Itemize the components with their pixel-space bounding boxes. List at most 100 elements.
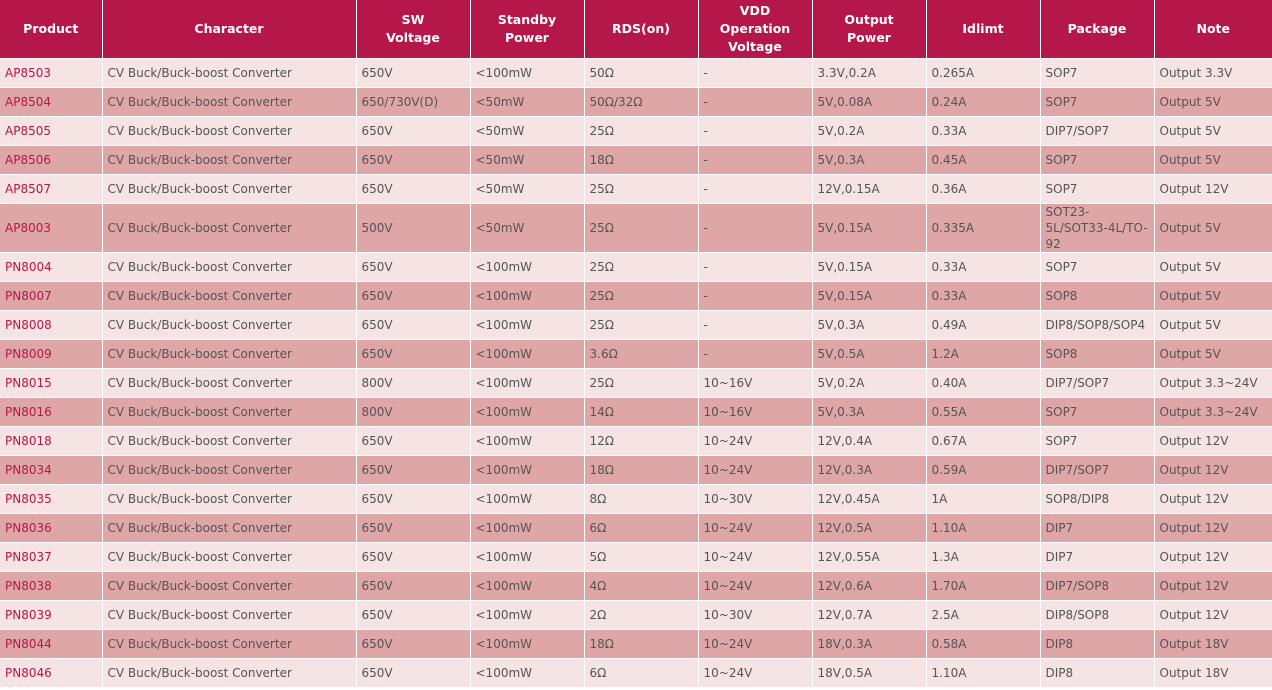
idlimt-cell: 0.24A [926, 86, 1041, 116]
output-power-cell: 5V,0.15A [812, 280, 927, 310]
product-link[interactable]: AP8507 [5, 182, 51, 196]
note-cell: Output 12V [1154, 483, 1272, 513]
note-cell: Output 5V [1154, 86, 1272, 116]
table-row: PN8044 CV Buck/Buck-boost Converter 650V <1… [0, 628, 1272, 658]
product-cell[interactable]: PN8037 [0, 541, 103, 571]
product-cell[interactable]: PN8039 [0, 599, 103, 629]
rds-on-cell: 4Ω [584, 570, 699, 600]
product-link[interactable]: PN8034 [5, 463, 52, 477]
table-row: PN8034 CV Buck/Buck-boost Converter 650V <1… [0, 454, 1272, 484]
rds-on-cell: 6Ω [584, 657, 699, 687]
output-power-cell: 12V,0.6A [812, 570, 927, 600]
header-idlimt: Idlimt [926, 0, 1041, 58]
product-link[interactable]: AP8505 [5, 124, 51, 138]
package-cell: DIP7 [1040, 541, 1155, 571]
character-cell: CV Buck/Buck-boost Converter [102, 570, 357, 600]
product-cell[interactable]: PN8046 [0, 657, 103, 687]
character-cell: CV Buck/Buck-boost Converter [102, 483, 357, 513]
character-cell: CV Buck/Buck-boost Converter [102, 396, 357, 426]
note-cell: Output 5V [1154, 202, 1272, 252]
standby-power-cell: <100mW [470, 570, 585, 600]
idlimt-cell: 1A [926, 483, 1041, 513]
product-cell[interactable]: PN8034 [0, 454, 103, 484]
idlimt-cell: 0.58A [926, 628, 1041, 658]
idlimt-cell: 0.33A [926, 251, 1041, 281]
package-cell: SOP7 [1040, 425, 1155, 455]
sw-voltage-cell: 650V [356, 144, 471, 174]
product-cell[interactable]: AP8503 [0, 57, 103, 87]
product-link[interactable]: AP8504 [5, 95, 51, 109]
product-link[interactable]: AP8506 [5, 153, 51, 167]
header-character: Character [102, 0, 357, 58]
product-cell[interactable]: PN8008 [0, 309, 103, 339]
sw-voltage-cell: 650V [356, 251, 471, 281]
rds-on-cell: 18Ω [584, 144, 699, 174]
package-cell: DIP7/SOP7 [1040, 115, 1155, 145]
sw-voltage-cell: 650V [356, 657, 471, 687]
output-power-cell: 12V,0.3A [812, 454, 927, 484]
product-cell[interactable]: AP8504 [0, 86, 103, 116]
sw-voltage-cell: 650V [356, 338, 471, 368]
product-link[interactable]: PN8044 [5, 637, 52, 651]
product-cell[interactable]: PN8036 [0, 512, 103, 542]
product-link[interactable]: PN8035 [5, 492, 52, 506]
product-cell[interactable]: PN8035 [0, 483, 103, 513]
product-cell[interactable]: PN8015 [0, 367, 103, 397]
product-link[interactable]: PN8036 [5, 521, 52, 535]
note-cell: Output 5V [1154, 309, 1272, 339]
product-link[interactable]: PN8039 [5, 608, 52, 622]
table-row: AP8505 CV Buck/Buck-boost Converter 650V <5… [0, 115, 1272, 145]
rds-on-cell: 25Ω [584, 173, 699, 203]
product-link[interactable]: PN8007 [5, 289, 52, 303]
product-link[interactable]: PN8008 [5, 318, 52, 332]
product-cell[interactable]: AP8507 [0, 173, 103, 203]
product-cell[interactable]: PN8018 [0, 425, 103, 455]
product-link[interactable]: PN8037 [5, 550, 52, 564]
standby-power-cell: <100mW [470, 57, 585, 87]
product-link[interactable]: PN8015 [5, 376, 52, 390]
product-link[interactable]: PN8038 [5, 579, 52, 593]
product-link[interactable]: PN8009 [5, 347, 52, 361]
output-power-cell: 5V,0.2A [812, 367, 927, 397]
product-cell[interactable]: PN8044 [0, 628, 103, 658]
vdd-cell: 10~24V [698, 541, 813, 571]
standby-power-cell: <100mW [470, 541, 585, 571]
product-link[interactable]: PN8046 [5, 666, 52, 680]
output-power-cell: 12V,0.55A [812, 541, 927, 571]
product-link[interactable]: PN8016 [5, 405, 52, 419]
product-cell[interactable]: PN8004 [0, 251, 103, 281]
package-cell: DIP7 [1040, 512, 1155, 542]
vdd-cell: 10~24V [698, 454, 813, 484]
sw-voltage-cell: 650/730V(D) [356, 86, 471, 116]
character-cell: CV Buck/Buck-boost Converter [102, 115, 357, 145]
vdd-cell: 10~16V [698, 367, 813, 397]
standby-power-cell: <100mW [470, 512, 585, 542]
idlimt-cell: 2.5A [926, 599, 1041, 629]
output-power-cell: 5V,0.08A [812, 86, 927, 116]
product-cell[interactable]: AP8506 [0, 144, 103, 174]
vdd-cell: 10~16V [698, 396, 813, 426]
rds-on-cell: 18Ω [584, 454, 699, 484]
product-cell[interactable]: AP8505 [0, 115, 103, 145]
sw-voltage-cell: 650V [356, 57, 471, 87]
product-link[interactable]: PN8004 [5, 260, 52, 274]
header-vdd-line1: VDD [739, 2, 771, 18]
product-link[interactable]: AP8003 [5, 221, 51, 235]
rds-on-cell: 25Ω [584, 309, 699, 339]
idlimt-cell: 0.67A [926, 425, 1041, 455]
output-power-cell: 3.3V,0.2A [812, 57, 927, 87]
standby-power-cell: <100mW [470, 657, 585, 687]
product-link[interactable]: PN8018 [5, 434, 52, 448]
product-cell[interactable]: PN8016 [0, 396, 103, 426]
idlimt-cell: 0.335A [926, 202, 1041, 252]
product-cell[interactable]: PN8009 [0, 338, 103, 368]
product-cell[interactable]: PN8038 [0, 570, 103, 600]
package-cell: DIP8 [1040, 657, 1155, 687]
idlimt-cell: 0.40A [926, 367, 1041, 397]
sw-voltage-cell: 650V [356, 541, 471, 571]
standby-power-cell: <100mW [470, 338, 585, 368]
product-link[interactable]: AP8503 [5, 66, 51, 80]
product-cell[interactable]: PN8007 [0, 280, 103, 310]
package-cell: SOP7 [1040, 144, 1155, 174]
product-cell[interactable]: AP8003 [0, 202, 103, 252]
